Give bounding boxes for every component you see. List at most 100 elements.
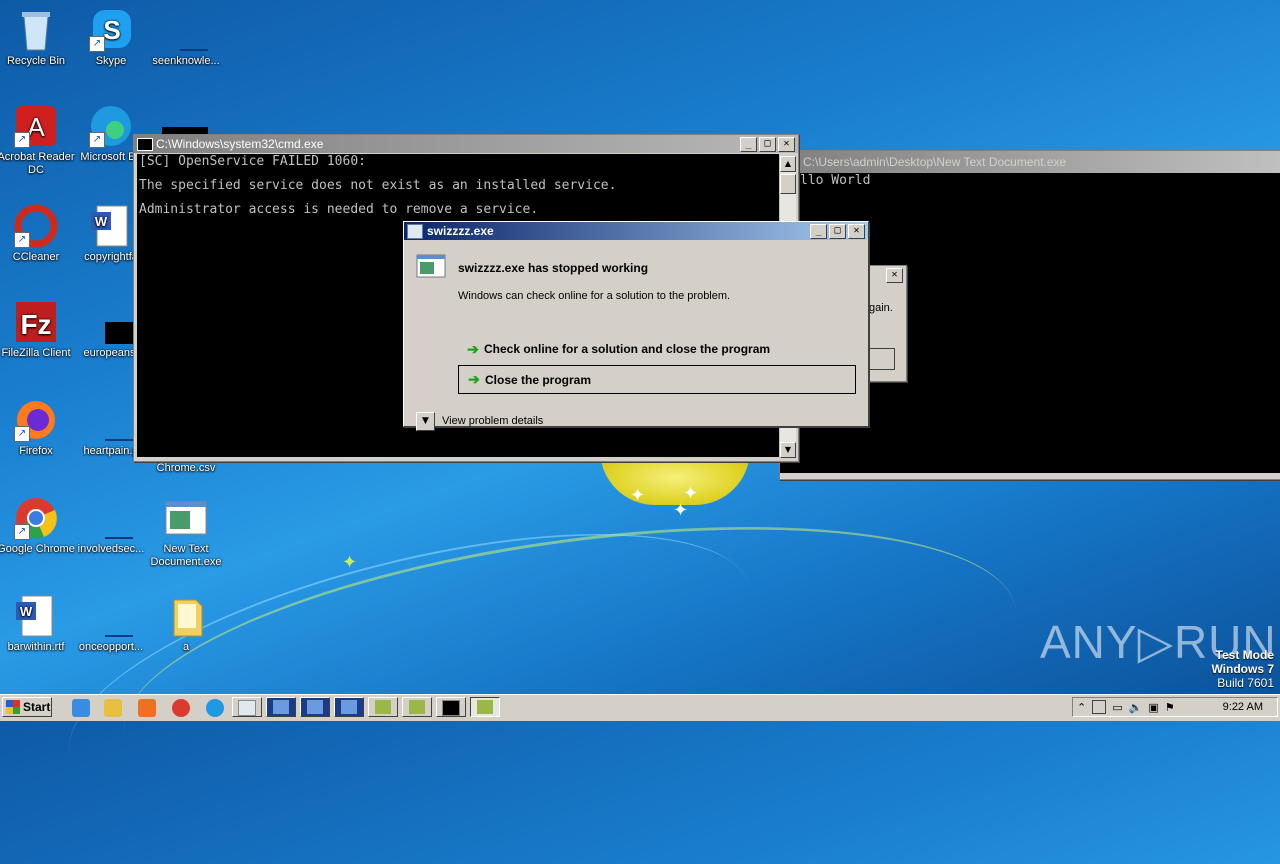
desktop-icon-chrome[interactable]: ↗ Google Chrome — [0, 496, 75, 556]
scroll-up-button[interactable]: ▲ — [780, 156, 796, 172]
desktop-icon-barwithin[interactable]: W barwithin.rtf — [0, 594, 75, 654]
window-titlebar[interactable]: C:\Windows\system32\cmd.exe _ □ ✕ — [134, 135, 798, 153]
action-center-icon[interactable] — [1092, 700, 1107, 714]
view-details-link[interactable]: View problem details — [442, 415, 543, 427]
network-icon[interactable]: ▭ — [1112, 701, 1122, 714]
start-button[interactable]: Start — [2, 697, 52, 717]
exe-icon — [238, 700, 256, 716]
minimize-button[interactable]: _ — [810, 223, 827, 239]
taskbar-task[interactable] — [300, 697, 330, 717]
dialog-heading: swizzzz.exe has stopped working — [458, 261, 649, 275]
cmd-icon — [442, 700, 460, 716]
taskbar-task[interactable] — [402, 697, 432, 717]
desktop-icon-onceopport[interactable]: onceopport... — [72, 594, 150, 654]
ie-icon[interactable] — [72, 699, 90, 717]
recycle-bin-icon — [14, 8, 58, 52]
shortcut-arrow-icon: ↗ — [14, 232, 30, 248]
minimize-button[interactable]: _ — [740, 136, 757, 152]
program-icon — [375, 700, 391, 714]
maximize-button[interactable]: □ — [829, 223, 846, 239]
partial-dialog-button[interactable] — [867, 348, 895, 370]
close-button[interactable]: ✕ — [848, 223, 865, 239]
program-error-icon — [416, 254, 446, 278]
test-mode-info: Test Mode Windows 7 Build 7601 — [1211, 648, 1274, 690]
shortcut-arrow-icon: ↗ — [14, 524, 30, 540]
program-icon — [307, 700, 323, 714]
desktop-icon-skype[interactable]: S ↗ Skype — [72, 8, 150, 68]
shortcut-arrow-icon: ↗ — [14, 132, 30, 148]
desktop-icon-firefox[interactable]: ↗ Firefox — [0, 398, 75, 458]
show-hidden-icons-icon[interactable]: ⌃ — [1077, 701, 1086, 714]
taskbar-task[interactable] — [266, 697, 296, 717]
shortcut-arrow-icon: ↗ — [14, 426, 30, 442]
taskbar-task-active[interactable] — [470, 697, 500, 717]
system-tray: ⌃ ▭ 🔈 ▣ ⚑ 9:22 AM — [1072, 697, 1278, 717]
program-icon — [273, 700, 289, 714]
desktop-icon-filezilla[interactable]: Fz FileZilla Client — [0, 300, 75, 360]
word-doc-icon: W — [89, 204, 133, 248]
firefox-icon: ↗ — [14, 398, 58, 442]
desktop-icon-acrobat[interactable]: A ↗ Acrobat Reader DC — [0, 104, 75, 177]
desktop-icon-new-text-document-exe[interactable]: New Text Document.exe — [147, 496, 225, 569]
maximize-button[interactable]: □ — [759, 136, 776, 152]
check-online-button[interactable]: ➔ Check online for a solution and close … — [458, 336, 854, 362]
desktop-icon-seenknowle[interactable]: seenknowle... — [147, 8, 225, 68]
shortcut-arrow-icon: ↗ — [89, 132, 105, 148]
wallpaper-sparkle: ✦ — [630, 485, 646, 506]
display-icon[interactable]: ▣ — [1148, 701, 1158, 714]
console-line: llo World — [800, 173, 871, 188]
acrobat-icon: A ↗ — [14, 104, 58, 148]
partial-dialog-text: gain. — [869, 302, 893, 314]
flag-icon[interactable]: ⚑ — [1165, 701, 1175, 714]
error-dialog[interactable]: swizzzz.exe _ □ ✕ swizzzz.exe has stoppe… — [403, 221, 869, 431]
desktop-icon-recycle-bin[interactable]: Recycle Bin — [0, 8, 75, 68]
console-line: [SC] OpenService FAILED 1060: — [139, 154, 366, 169]
taskbar: Start ⌃ ▭ 🔈 ▣ ⚑ 9:22 AM — [0, 694, 1280, 721]
media-player-icon[interactable] — [138, 699, 156, 717]
svg-text:W: W — [95, 214, 108, 229]
desktop-icon-folder-a[interactable]: a — [147, 594, 225, 654]
window-titlebar[interactable]: C:\Users\admin\Desktop\New Text Document… — [780, 151, 1280, 173]
shortcut-arrow-icon: ↗ — [89, 36, 105, 52]
close-icon[interactable]: ✕ — [886, 268, 903, 283]
desktop-icon-involvedsec[interactable]: involvedsec... — [72, 496, 150, 556]
taskbar-task[interactable] — [232, 697, 262, 717]
edge-icon: ↗ — [89, 104, 133, 148]
dialog-body: swizzzz.exe has stopped working Windows … — [404, 240, 868, 431]
svg-text:Fz: Fz — [20, 309, 51, 340]
close-program-button[interactable]: ➔ Close the program — [458, 365, 856, 394]
skype-icon: S ↗ — [89, 8, 133, 52]
chevron-down-icon[interactable]: ▼ — [416, 412, 435, 431]
volume-icon[interactable]: 🔈 — [1129, 701, 1143, 714]
dialog-title: swizzzz.exe — [427, 224, 494, 238]
scroll-thumb[interactable] — [780, 174, 796, 194]
green-arrow-icon: ➔ — [468, 371, 480, 387]
console-line: The specified service does not exist as … — [139, 178, 617, 193]
app-icon — [407, 223, 423, 239]
dialog-titlebar[interactable]: swizzzz.exe _ □ ✕ — [404, 222, 868, 240]
chrome-icon[interactable] — [172, 699, 190, 717]
document-icon — [89, 398, 133, 442]
explorer-icon[interactable] — [104, 699, 122, 717]
desktop-icon-chrome-csv[interactable]: Chrome.csv — [147, 462, 225, 475]
folder-icon — [164, 594, 208, 638]
taskbar-task[interactable] — [368, 697, 398, 717]
document-icon — [164, 8, 208, 52]
edge-icon[interactable] — [206, 699, 224, 717]
svg-text:W: W — [20, 604, 33, 619]
document-icon — [89, 594, 133, 638]
clock[interactable]: 9:22 AM — [1223, 701, 1263, 713]
wallpaper-sparkle: ✦ — [673, 500, 689, 521]
taskbar-task-cmd[interactable] — [436, 697, 466, 717]
chrome-icon: ↗ — [14, 496, 58, 540]
scroll-down-button[interactable]: ▼ — [780, 442, 796, 458]
wallpaper-sparkle: ✦ — [342, 552, 358, 573]
close-button[interactable]: ✕ — [778, 136, 795, 152]
program-icon — [477, 700, 493, 714]
filezilla-icon: Fz — [14, 300, 58, 344]
desktop-icon-ccleaner[interactable]: ↗ CCleaner — [0, 204, 75, 264]
windows-logo-icon — [6, 700, 20, 714]
dialog-message: Windows can check online for a solution … — [458, 290, 731, 302]
taskbar-task[interactable] — [334, 697, 364, 717]
program-icon — [409, 700, 425, 714]
